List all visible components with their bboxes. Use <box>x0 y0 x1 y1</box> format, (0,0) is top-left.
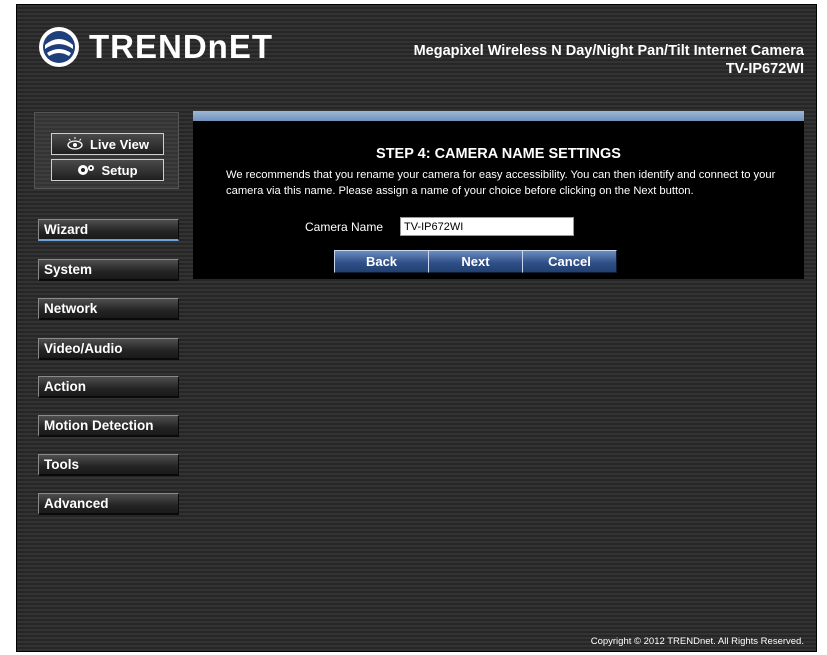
wizard-panel: STEP 4: CAMERA NAME SETTINGS We recommen… <box>193 121 804 279</box>
menu-item-motion-detection[interactable]: Motion Detection <box>38 415 179 437</box>
next-button[interactable]: Next <box>428 250 523 273</box>
setup-button[interactable]: Setup <box>51 159 164 181</box>
copyright-text: Copyright © 2012 TRENDnet. All Rights Re… <box>590 636 804 647</box>
live-view-label: Live View <box>89 136 149 152</box>
menu-item-advanced[interactable]: Advanced <box>38 493 179 515</box>
camera-name-label: Camera Name <box>305 220 384 234</box>
menu-item-tools[interactable]: Tools <box>38 454 179 476</box>
menu-item-network[interactable]: Network <box>38 298 179 320</box>
product-title: Megapixel Wireless N Day/Night Pan/Tilt … <box>413 43 804 59</box>
view-switcher: Live View Setup <box>34 112 179 189</box>
camera-name-input[interactable] <box>400 217 574 236</box>
step-description: We recommends that you rename your camer… <box>226 169 776 197</box>
app-frame: TRENDnET Megapixel Wireless N Day/Night … <box>16 4 817 652</box>
logo-text: TRENDnET <box>89 28 273 65</box>
content-header-bar <box>193 111 804 121</box>
back-button[interactable]: Back <box>334 250 429 273</box>
menu-item-video-audio[interactable]: Video/Audio <box>38 338 179 360</box>
header: TRENDnET Megapixel Wireless N Day/Night … <box>17 5 818 97</box>
eye-icon <box>67 137 83 150</box>
menu-item-wizard[interactable]: Wizard <box>38 219 179 241</box>
menu-item-action[interactable]: Action <box>38 376 179 398</box>
trendnet-logo: TRENDnET <box>37 25 273 69</box>
setup-label: Setup <box>101 162 138 178</box>
trendnet-logo-icon <box>39 27 79 67</box>
step-title: STEP 4: CAMERA NAME SETTINGS <box>376 146 621 162</box>
cancel-button[interactable]: Cancel <box>522 250 617 273</box>
menu-item-system[interactable]: System <box>38 259 179 281</box>
live-view-button[interactable]: Live View <box>51 133 164 155</box>
gear-icon <box>78 165 95 175</box>
product-model: TV-IP672WI <box>725 61 804 77</box>
